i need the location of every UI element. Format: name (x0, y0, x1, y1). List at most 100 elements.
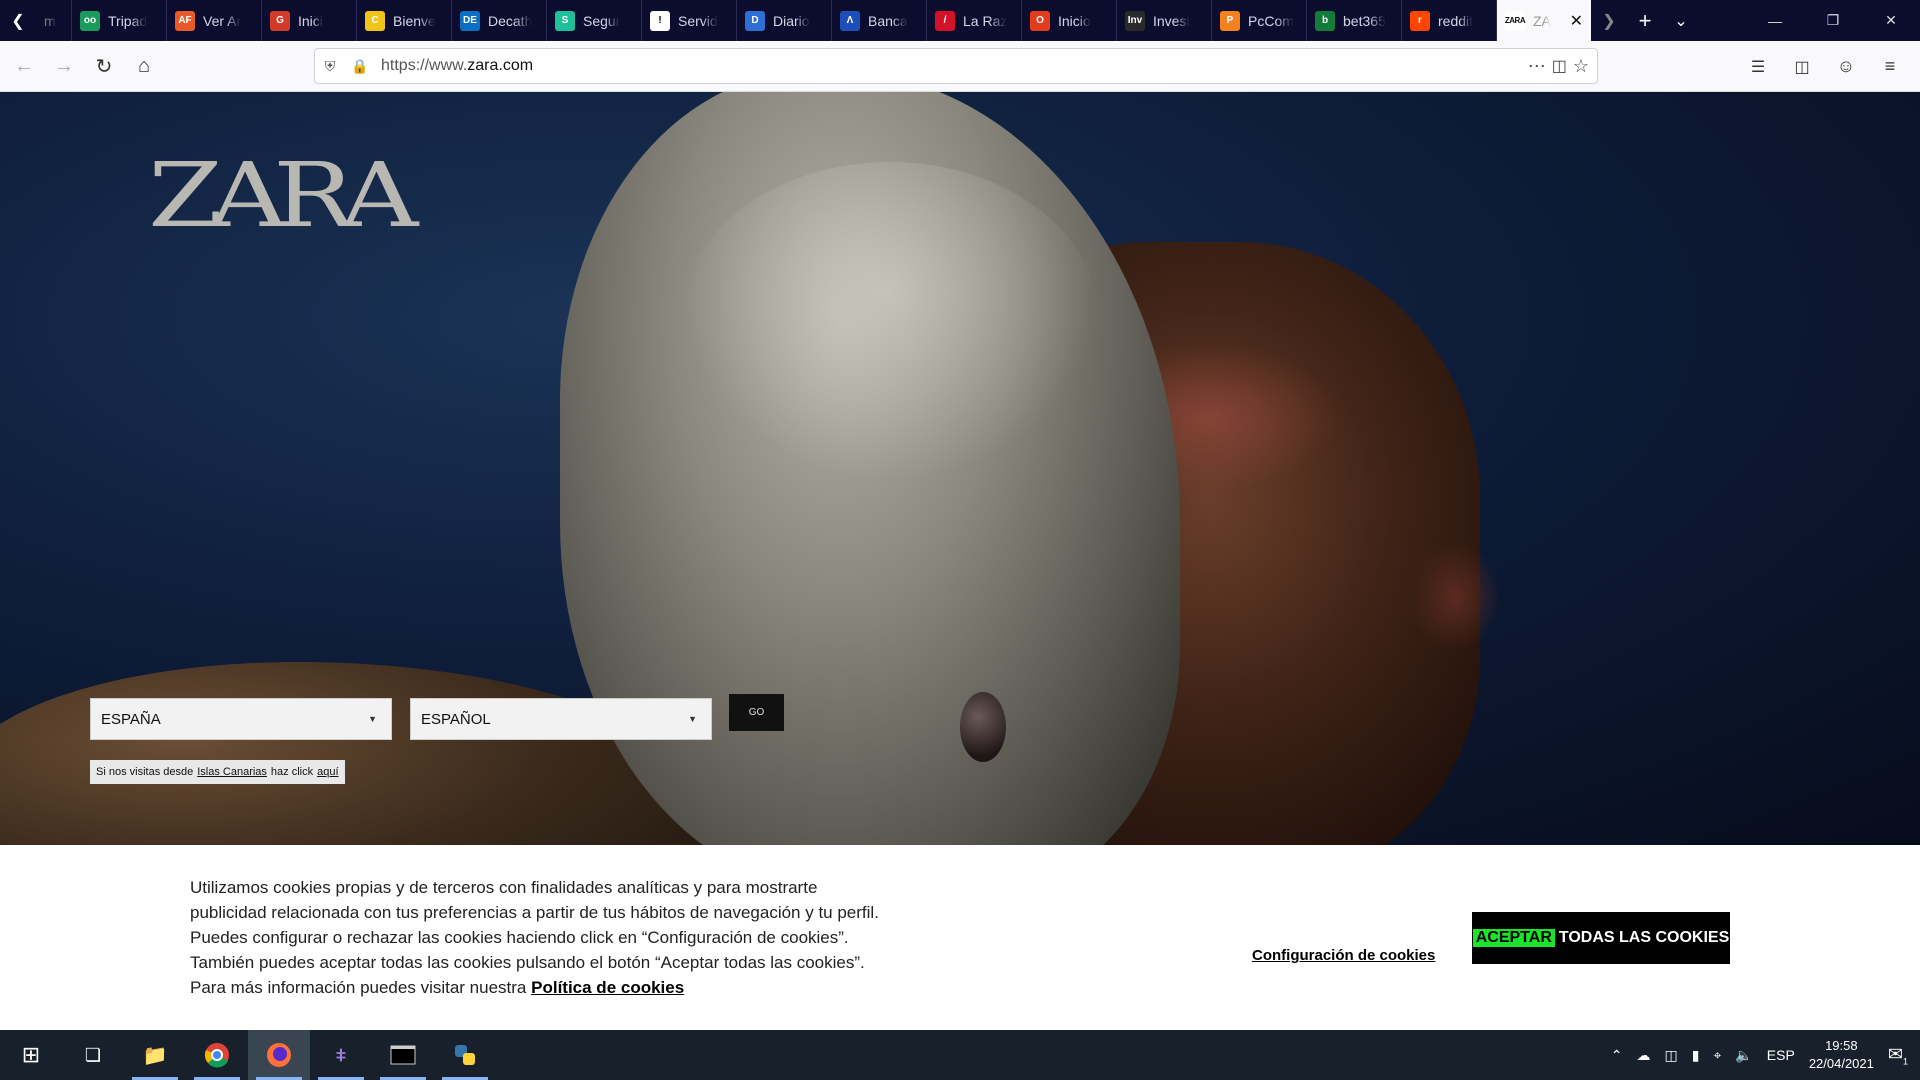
cookie-policy-link[interactable]: Política de cookies (531, 978, 684, 997)
tab-favicon-icon: O (1030, 10, 1050, 31)
firefox-icon[interactable] (248, 1030, 310, 1080)
library-icon[interactable]: ☰ (1738, 47, 1778, 87)
tab-favicon-icon: DE (460, 10, 480, 31)
cookie-banner: Utilizamos cookies propias y de terceros… (0, 845, 1920, 1030)
tab-title: Tripad (108, 12, 148, 29)
tab-favicon-icon: G (270, 10, 290, 31)
browser-tab[interactable]: DE Decath (452, 0, 547, 41)
browser-tab[interactable]: r reddit (1402, 0, 1497, 41)
reload-icon[interactable]: ↻ (84, 46, 124, 86)
tracking-shield-icon[interactable]: ⛨ (315, 58, 345, 75)
sidebar-icon[interactable]: ◫ (1782, 47, 1822, 87)
notification-count: 1 (1902, 1056, 1908, 1067)
language-select-value: ESPAÑOL (421, 710, 491, 728)
browser-tab[interactable]: D Diario (737, 0, 832, 41)
cookie-settings-link[interactable]: Configuración de cookies (1252, 947, 1435, 964)
aqui-link[interactable]: aquí (317, 766, 338, 778)
cookie-line: También puedes aceptar todas las cookies… (190, 953, 865, 972)
cookie-line: Para más información puedes visitar nues… (190, 975, 950, 1000)
show-hidden-icons-icon[interactable]: ⌃ (1611, 1047, 1623, 1064)
tab-title: Inicio (1058, 12, 1091, 29)
country-select[interactable]: ESPAÑA ▼ (90, 698, 392, 740)
minimize-icon[interactable]: — (1746, 0, 1804, 41)
clock[interactable]: 19:58 22/04/2021 (1809, 1037, 1874, 1073)
browser-tab[interactable]: Inv Invest (1117, 0, 1212, 41)
cookie-line: Utilizamos cookies propias y de terceros… (190, 878, 818, 897)
tab-favicon-icon: ! (650, 10, 670, 31)
terminal-icon[interactable] (372, 1030, 434, 1080)
address-bar[interactable]: ⛨ 🔒 https://www.zara.com ⋯ ◫ ☆ (314, 48, 1598, 84)
close-window-icon[interactable]: ✕ (1862, 0, 1920, 41)
scroll-tabs-left-icon[interactable]: ❮ (0, 0, 36, 41)
tab-title: Invest (1153, 12, 1191, 29)
cookie-line: Puedes configurar o rechazar las cookies… (190, 928, 849, 947)
close-tab-icon[interactable]: ✕ (1570, 11, 1583, 31)
tab-strip: ❮ m oo Tripad AF Ver Ar G Inici C Bienve DE Decat… (0, 0, 1920, 41)
earring (960, 692, 1006, 762)
pocket-icon[interactable]: ◫ (1552, 56, 1567, 76)
input-language[interactable]: ESP (1767, 1047, 1795, 1063)
browser-tab[interactable]: / La Raz (927, 0, 1022, 41)
tab-zara-active[interactable]: ZARA ZA ✕ (1497, 0, 1591, 41)
notifications-icon[interactable]: ✉1 (1888, 1044, 1908, 1067)
account-icon[interactable]: ☺ (1826, 47, 1866, 87)
tab-favicon-icon: b (1315, 10, 1335, 31)
zara-favicon-icon: ZARA (1505, 10, 1526, 31)
start-menu-icon[interactable]: ⊞ (0, 1030, 62, 1080)
browser-tab[interactable]: AF Ver Ar (167, 0, 262, 41)
battery-icon[interactable]: ▮ (1692, 1047, 1700, 1064)
tab-title: Bienve (393, 12, 436, 29)
tab-partial[interactable]: m (36, 0, 72, 41)
restore-icon[interactable]: ❐ (1804, 0, 1862, 41)
browser-tab[interactable]: ! Servid (642, 0, 737, 41)
url-text[interactable]: https://www.zara.com (381, 57, 533, 75)
canarias-text: Si nos visitas desde (96, 766, 194, 778)
accept-all-cookies-button[interactable]: ACEPTAR TODAS LAS COOKIES (1472, 912, 1730, 964)
scroll-tabs-right-icon[interactable]: ❯ (1591, 0, 1627, 41)
volume-icon[interactable]: 🔈 (1735, 1047, 1752, 1064)
tray-app-icon[interactable]: ◫ (1665, 1047, 1678, 1064)
tab-title: Servid (678, 12, 718, 29)
tab-favicon-icon: r (1410, 10, 1430, 31)
home-icon[interactable]: ⌂ (124, 46, 164, 86)
forward-icon[interactable]: → (44, 46, 84, 86)
clock-time: 19:58 (1825, 1038, 1858, 1053)
menu-icon[interactable]: ≡ (1870, 47, 1910, 87)
browser-tab[interactable]: P PcCom (1212, 0, 1307, 41)
tab-title: bet365 (1343, 12, 1386, 29)
page-actions-icon[interactable]: ⋯ (1528, 56, 1546, 77)
go-button[interactable]: GO (729, 694, 784, 731)
tab-title: reddit (1438, 12, 1474, 29)
browser-tab[interactable]: O Inicio (1022, 0, 1117, 41)
tab-title: PcCom (1248, 12, 1294, 29)
islas-canarias-link[interactable]: Islas Canarias (197, 766, 267, 778)
tab-title: Inici (298, 12, 323, 29)
language-select[interactable]: ESPAÑOL ▼ (410, 698, 712, 740)
chrome-icon[interactable] (186, 1030, 248, 1080)
cookie-line-prefix: Para más información puedes visitar nues… (190, 978, 527, 997)
browser-tab[interactable]: b bet365 (1307, 0, 1402, 41)
lips-shadow (1410, 542, 1500, 652)
list-tabs-icon[interactable]: ⌄ (1663, 0, 1699, 41)
tab-favicon-icon: / (935, 10, 955, 31)
python-icon[interactable] (434, 1030, 496, 1080)
task-view-icon[interactable]: ❏ (62, 1030, 124, 1080)
hero-image: ZARA ESPAÑA ▼ ESPAÑOL ▼ GO Si nos visita… (0, 92, 1920, 845)
file-explorer-icon[interactable]: 📁 (124, 1030, 186, 1080)
wifi-icon[interactable]: ⌖ (1713, 1047, 1721, 1064)
bookmark-star-icon[interactable]: ☆ (1573, 56, 1589, 77)
browser-tab[interactable]: C Bienve (357, 0, 452, 41)
lock-icon[interactable]: 🔒 (345, 58, 375, 75)
scarf-fold-highlight (680, 162, 1100, 482)
onedrive-icon[interactable]: ☁ (1637, 1047, 1651, 1064)
new-tab-icon[interactable]: + (1627, 0, 1663, 41)
browser-tab[interactable]: Λ Banca (832, 0, 927, 41)
back-icon[interactable]: ← (4, 46, 44, 86)
tab-title: Segur (583, 12, 621, 29)
browser-tab[interactable]: S Segur (547, 0, 642, 41)
chevron-down-icon: ▼ (688, 714, 697, 724)
tab-title: Banca (868, 12, 908, 29)
browser-tab[interactable]: oo Tripad (72, 0, 167, 41)
visual-studio-icon[interactable]: ⧧ (310, 1030, 372, 1080)
browser-tab[interactable]: G Inici (262, 0, 357, 41)
